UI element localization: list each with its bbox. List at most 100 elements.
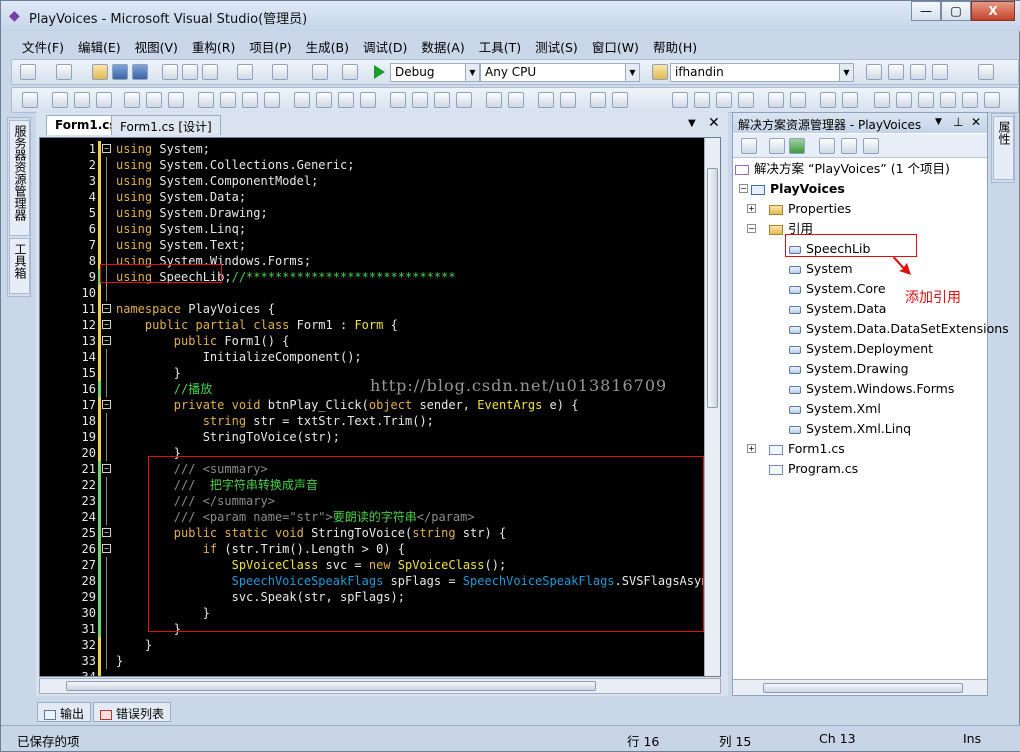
properties-tab[interactable]: 属性 bbox=[993, 116, 1014, 180]
menu-debug[interactable]: 调试(D) bbox=[356, 34, 414, 56]
code-line[interactable]: 34 bbox=[40, 669, 706, 676]
code-line[interactable]: 24 /// <param name="str">要朗读的字符串</param> bbox=[40, 509, 706, 525]
code-line[interactable]: 12− public partial class Form1 : Form { bbox=[40, 317, 706, 333]
next-bookmark-in-folder-icon[interactable] bbox=[962, 92, 978, 108]
save-all-icon[interactable] bbox=[132, 64, 148, 80]
code-line[interactable]: 19 StringToVoice(str); bbox=[40, 429, 706, 445]
reference-item[interactable]: SpeechLib bbox=[789, 239, 870, 259]
reference-item[interactable]: System.Core bbox=[789, 279, 886, 299]
save-icon[interactable] bbox=[112, 64, 128, 80]
tab-error-list[interactable]: 错误列表 bbox=[93, 702, 172, 722]
project-node[interactable]: PlayVoices bbox=[751, 179, 845, 199]
increase-indent-icon[interactable] bbox=[790, 92, 806, 108]
menu-tools[interactable]: 工具(T) bbox=[472, 34, 528, 56]
decrease-vertical-spacing-icon[interactable] bbox=[434, 92, 450, 108]
view-class-diagram-icon[interactable] bbox=[863, 138, 879, 154]
reference-item[interactable]: System bbox=[789, 259, 853, 279]
lock-controls-icon[interactable] bbox=[612, 92, 628, 108]
code-line[interactable]: 30 } bbox=[40, 605, 706, 621]
editor-vertical-scrollbar[interactable] bbox=[704, 138, 720, 676]
properties-window-icon[interactable] bbox=[888, 64, 904, 80]
file-program[interactable]: Program.cs bbox=[769, 459, 858, 479]
menu-help[interactable]: 帮助(H) bbox=[646, 34, 704, 56]
vertical-scroll-thumb[interactable] bbox=[707, 168, 718, 408]
menu-window[interactable]: 窗口(W) bbox=[585, 34, 646, 56]
code-area[interactable]: 34 33} 32 } 31 } 30 } 29 svc.Speak(str, spFla… bbox=[39, 137, 721, 677]
menu-build[interactable]: 生成(B) bbox=[299, 34, 356, 56]
menu-project[interactable]: 项目(P) bbox=[242, 34, 298, 56]
code-line[interactable]: 8 using System.Windows.Forms; bbox=[40, 253, 706, 269]
previous-bookmark-in-folder-icon[interactable] bbox=[940, 92, 956, 108]
code-line[interactable]: 20 } bbox=[40, 445, 706, 461]
code-line[interactable]: 23 /// </summary> bbox=[40, 493, 706, 509]
toolbox-icon[interactable] bbox=[932, 64, 948, 80]
align-middles-icon[interactable] bbox=[146, 92, 162, 108]
view-code-icon[interactable] bbox=[819, 138, 835, 154]
reference-item[interactable]: System.Xml bbox=[789, 399, 881, 419]
code-line[interactable]: 26− if (str.Trim().Length > 0) { bbox=[40, 541, 706, 557]
make-same-height-icon[interactable] bbox=[220, 92, 236, 108]
menu-data[interactable]: 数据(A) bbox=[414, 34, 471, 56]
code-line[interactable]: 21− /// <summary> bbox=[40, 461, 706, 477]
reference-item[interactable]: System.Deployment bbox=[789, 339, 933, 359]
properties-node[interactable]: Properties bbox=[769, 199, 851, 219]
align-rights-icon[interactable] bbox=[96, 92, 112, 108]
remove-horizontal-spacing-icon[interactable] bbox=[360, 92, 376, 108]
maximize-button[interactable]: ▢ bbox=[941, 1, 971, 21]
reference-item[interactable]: System.Drawing bbox=[789, 359, 909, 379]
code-line[interactable]: 14 InitializeComponent(); bbox=[40, 349, 706, 365]
collapse-region-icon[interactable]: − bbox=[102, 304, 111, 313]
code-line[interactable]: 3 using System.ComponentModel; bbox=[40, 173, 706, 189]
toggle-bookmark-icon[interactable] bbox=[874, 92, 890, 108]
pin-icon[interactable]: ⊥ bbox=[953, 115, 963, 129]
code-line[interactable]: 33} bbox=[40, 653, 706, 669]
solution-configuration-combo[interactable]: Debug ▼ bbox=[390, 63, 480, 82]
previous-bookmark-icon[interactable] bbox=[896, 92, 912, 108]
code-line[interactable]: 13− public Form1() { bbox=[40, 333, 706, 349]
collapse-project-icon[interactable]: − bbox=[739, 184, 748, 193]
code-line[interactable]: 2 using System.Collections.Generic; bbox=[40, 157, 706, 173]
reference-item[interactable]: System.Data bbox=[789, 299, 886, 319]
menu-edit[interactable]: 编辑(E) bbox=[71, 34, 128, 56]
center-horizontally-icon[interactable] bbox=[486, 92, 502, 108]
view-designer-icon[interactable] bbox=[841, 138, 857, 154]
horizontal-spacing-icon[interactable] bbox=[294, 92, 310, 108]
quick-info-icon[interactable] bbox=[716, 92, 732, 108]
align-tops-icon[interactable] bbox=[124, 92, 140, 108]
add-item-icon[interactable] bbox=[56, 64, 72, 80]
code-line[interactable]: 32 } bbox=[40, 637, 706, 653]
menu-test[interactable]: 测试(S) bbox=[528, 34, 585, 56]
new-project-icon[interactable] bbox=[20, 64, 36, 80]
remove-vertical-spacing-icon[interactable] bbox=[456, 92, 472, 108]
server-explorer-tab[interactable]: 服务器资源管理器 bbox=[9, 120, 30, 236]
next-bookmark-icon[interactable] bbox=[918, 92, 934, 108]
file-form1[interactable]: Form1.cs bbox=[769, 439, 845, 459]
code-line[interactable]: 27 SpVoiceClass svc = new SpVoiceClass()… bbox=[40, 557, 706, 573]
window-position-icon[interactable]: ▼ bbox=[935, 117, 942, 127]
code-line[interactable]: 10 bbox=[40, 285, 706, 301]
text-editor-icon[interactable] bbox=[672, 92, 688, 108]
cut-icon[interactable] bbox=[162, 64, 178, 80]
comment-lines-icon[interactable] bbox=[820, 92, 836, 108]
solution-scroll-thumb[interactable] bbox=[763, 683, 963, 693]
start-page-icon[interactable] bbox=[978, 64, 994, 80]
code-line[interactable]: 17− private void btnPlay_Click(object se… bbox=[40, 397, 706, 413]
find-combo[interactable]: ifhandin ▼ bbox=[670, 63, 854, 82]
collapse-region-icon[interactable]: − bbox=[102, 528, 111, 537]
horizontal-scroll-thumb[interactable] bbox=[66, 681, 596, 691]
redo-icon[interactable] bbox=[272, 64, 288, 80]
menu-view[interactable]: 视图(V) bbox=[128, 34, 185, 56]
close-button[interactable]: X bbox=[971, 1, 1015, 21]
increase-horizontal-spacing-icon[interactable] bbox=[316, 92, 332, 108]
expand-properties-icon[interactable]: + bbox=[747, 204, 756, 213]
align-centers-icon[interactable] bbox=[74, 92, 90, 108]
size-to-grid-icon[interactable] bbox=[264, 92, 280, 108]
collapse-region-icon[interactable]: − bbox=[102, 544, 111, 553]
solution-explorer-horizontal-scrollbar[interactable] bbox=[733, 679, 987, 695]
refresh-icon[interactable] bbox=[789, 138, 805, 154]
tab-order-icon[interactable] bbox=[590, 92, 606, 108]
code-line[interactable]: 5 using System.Drawing; bbox=[40, 205, 706, 221]
undo-icon[interactable] bbox=[237, 64, 253, 80]
align-to-grid-icon[interactable] bbox=[22, 92, 38, 108]
center-vertically-icon[interactable] bbox=[508, 92, 524, 108]
